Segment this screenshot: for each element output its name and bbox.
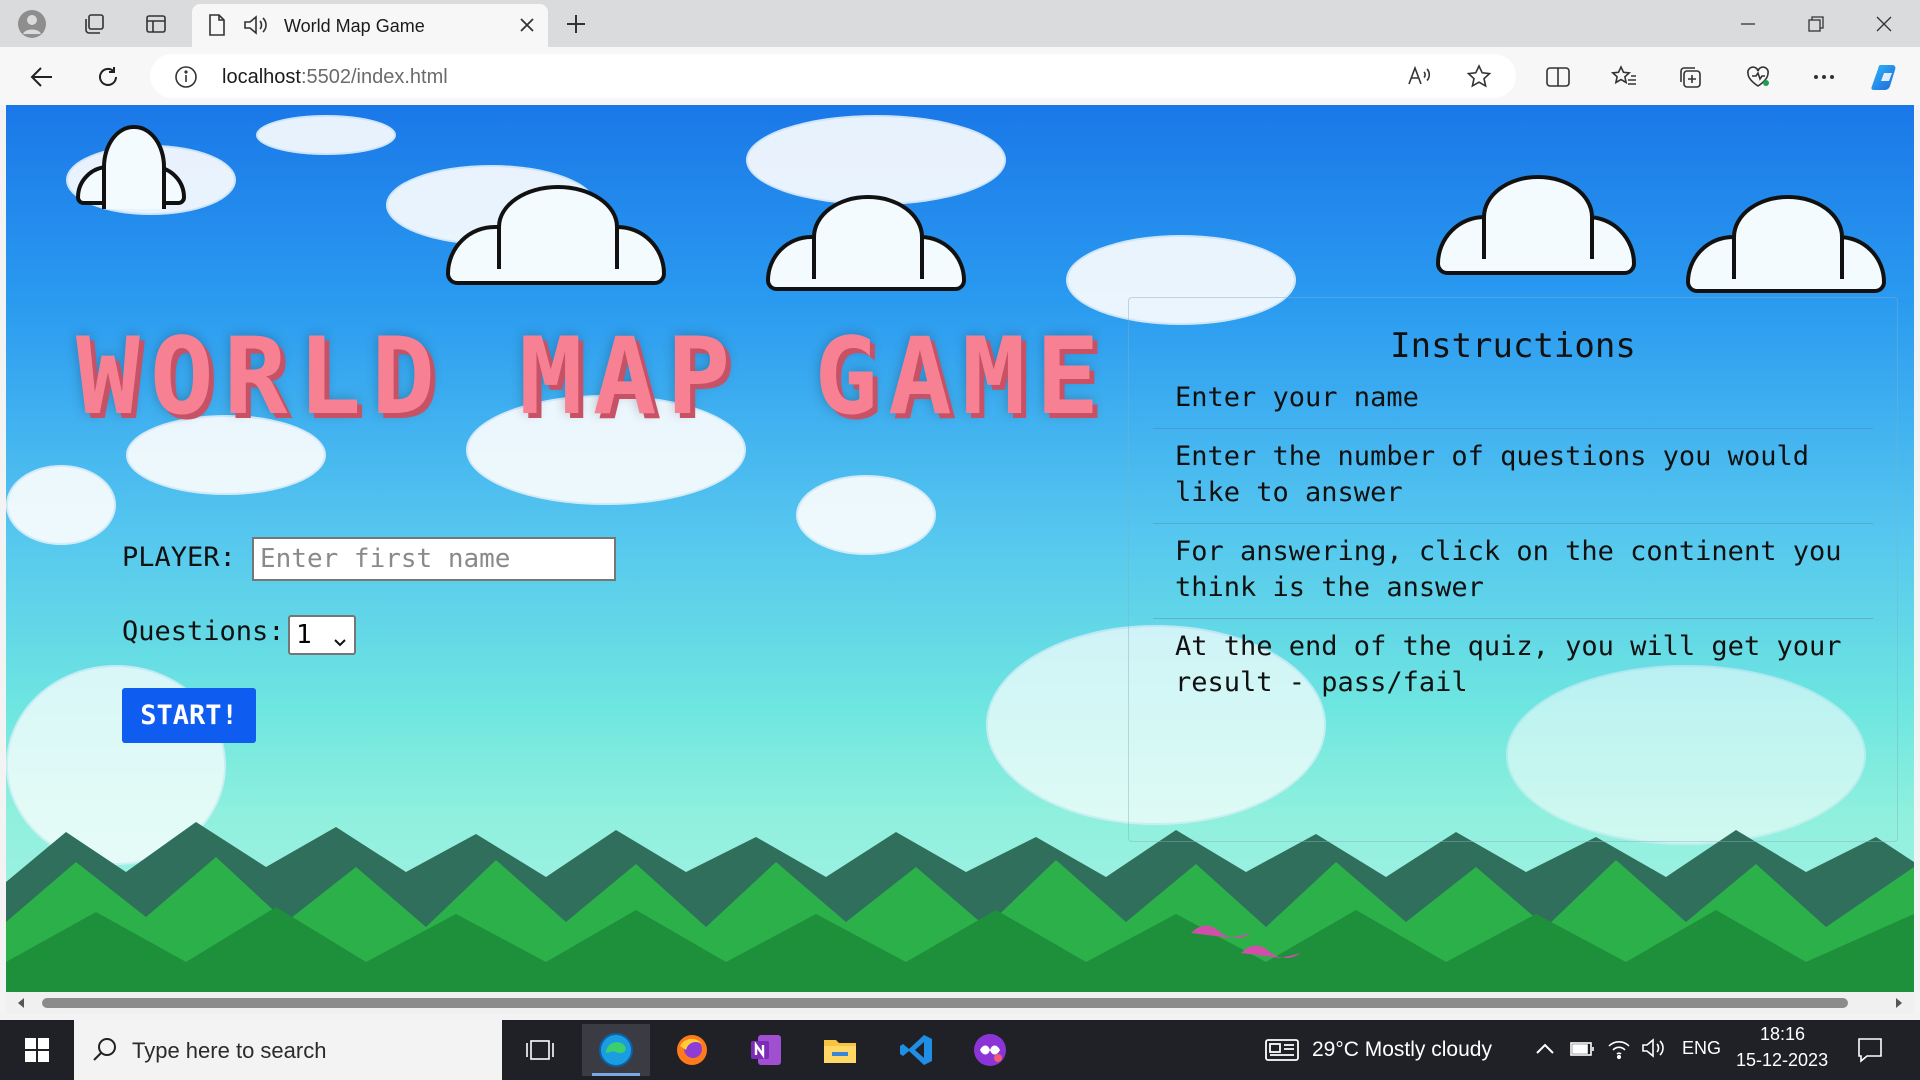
browser-tab-strip: World Map Game bbox=[0, 0, 1920, 47]
site-info-icon[interactable] bbox=[174, 65, 198, 94]
language-indicator[interactable]: ENG bbox=[1682, 1038, 1721, 1059]
instruction-item: At the end of the quiz, you will get you… bbox=[1175, 631, 1842, 698]
search-placeholder: Type here to search bbox=[132, 1038, 327, 1063]
active-app-indicator bbox=[592, 1073, 640, 1076]
browser-essentials-icon[interactable] bbox=[1740, 59, 1776, 95]
collections-icon[interactable] bbox=[1672, 59, 1708, 95]
url-host: localhost bbox=[222, 66, 301, 88]
more-options-icon[interactable] bbox=[1806, 59, 1842, 95]
profile-icon[interactable] bbox=[16, 8, 48, 40]
favorites-icon[interactable] bbox=[1606, 59, 1642, 95]
refresh-icon[interactable] bbox=[90, 59, 126, 95]
weather-icon[interactable] bbox=[1264, 1036, 1300, 1069]
player-name-input[interactable] bbox=[252, 537, 616, 581]
search-icon bbox=[92, 1036, 118, 1067]
close-tab-icon[interactable] bbox=[518, 16, 536, 39]
close-window-icon[interactable] bbox=[1856, 6, 1912, 42]
taskbar-search-box[interactable]: Type here to search bbox=[74, 1020, 502, 1080]
instructions-list: Enter your name Enter the number of ques… bbox=[1153, 370, 1873, 713]
chevron-down-icon bbox=[332, 627, 348, 657]
task-view-icon[interactable] bbox=[506, 1024, 574, 1076]
player-label: PLAYER: bbox=[122, 542, 236, 573]
windows-start-icon[interactable] bbox=[6, 1024, 68, 1076]
edge-icon[interactable] bbox=[582, 1024, 650, 1076]
weather-text[interactable]: 29°C Mostly cloudy bbox=[1312, 1038, 1492, 1062]
questions-select[interactable]: 1 bbox=[288, 615, 356, 655]
tab-actions-icon[interactable] bbox=[140, 8, 172, 40]
minimize-icon[interactable] bbox=[1720, 6, 1776, 42]
address-bar[interactable]: localhost:5502/index.html bbox=[150, 54, 1516, 98]
scroll-left-icon[interactable] bbox=[14, 996, 28, 1010]
read-aloud-icon[interactable] bbox=[1406, 64, 1432, 93]
page-icon bbox=[206, 13, 228, 42]
page-viewport: WORLD MAP GAME PLAYER: Questions: 1 STAR… bbox=[6, 105, 1914, 992]
game-app-icon[interactable] bbox=[956, 1024, 1024, 1076]
back-icon[interactable] bbox=[24, 59, 60, 95]
tab-title: World Map Game bbox=[284, 16, 425, 36]
url-path: :5502/index.html bbox=[300, 66, 448, 88]
instruction-item: Enter your name bbox=[1153, 370, 1873, 429]
horizontal-scrollbar[interactable] bbox=[6, 992, 1914, 1014]
new-tab-icon[interactable] bbox=[560, 8, 592, 40]
onenote-icon[interactable] bbox=[732, 1024, 800, 1076]
favorite-star-icon[interactable] bbox=[1466, 64, 1492, 93]
copilot-icon[interactable] bbox=[1868, 59, 1904, 95]
show-hidden-icons-icon[interactable] bbox=[1534, 1040, 1556, 1063]
windows-taskbar: Type here to search 29°C Mostly cloudy E… bbox=[0, 1020, 1920, 1080]
battery-icon[interactable] bbox=[1570, 1040, 1596, 1063]
instruction-item: For answering, click on the continent yo… bbox=[1153, 524, 1873, 619]
scrollbar-thumb[interactable] bbox=[42, 998, 1848, 1008]
volume-icon[interactable] bbox=[1640, 1036, 1666, 1065]
browser-toolbar: localhost:5502/index.html bbox=[0, 47, 1920, 105]
questions-selected-value: 1 bbox=[296, 620, 312, 650]
pink-birds-icon bbox=[1191, 925, 1301, 958]
speaker-icon[interactable] bbox=[242, 13, 268, 42]
url-text: localhost:5502/index.html bbox=[222, 66, 448, 89]
split-screen-icon[interactable] bbox=[1540, 59, 1576, 95]
instruction-item: Enter the number of questions you would … bbox=[1153, 429, 1873, 524]
game-title: WORLD MAP GAME bbox=[76, 315, 1110, 438]
clock-date[interactable]: 15-12-2023 bbox=[1736, 1050, 1828, 1071]
clock-time[interactable]: 18:16 bbox=[1760, 1024, 1805, 1045]
file-explorer-icon[interactable] bbox=[806, 1024, 874, 1076]
instructions-heading: Instructions bbox=[1390, 326, 1636, 366]
workspaces-icon[interactable] bbox=[78, 8, 110, 40]
notifications-icon[interactable] bbox=[1856, 1036, 1884, 1069]
start-button[interactable]: START! bbox=[122, 688, 256, 743]
mountain-landscape bbox=[6, 822, 1914, 992]
wifi-icon[interactable] bbox=[1606, 1036, 1632, 1065]
instructions-panel: Instructions Enter your name Enter the n… bbox=[1128, 297, 1898, 842]
restore-icon[interactable] bbox=[1788, 6, 1844, 42]
firefox-icon[interactable] bbox=[658, 1024, 726, 1076]
active-tab[interactable]: World Map Game bbox=[192, 4, 548, 47]
scroll-right-icon[interactable] bbox=[1892, 996, 1906, 1010]
vscode-icon[interactable] bbox=[882, 1024, 950, 1076]
questions-label: Questions: bbox=[122, 616, 285, 647]
